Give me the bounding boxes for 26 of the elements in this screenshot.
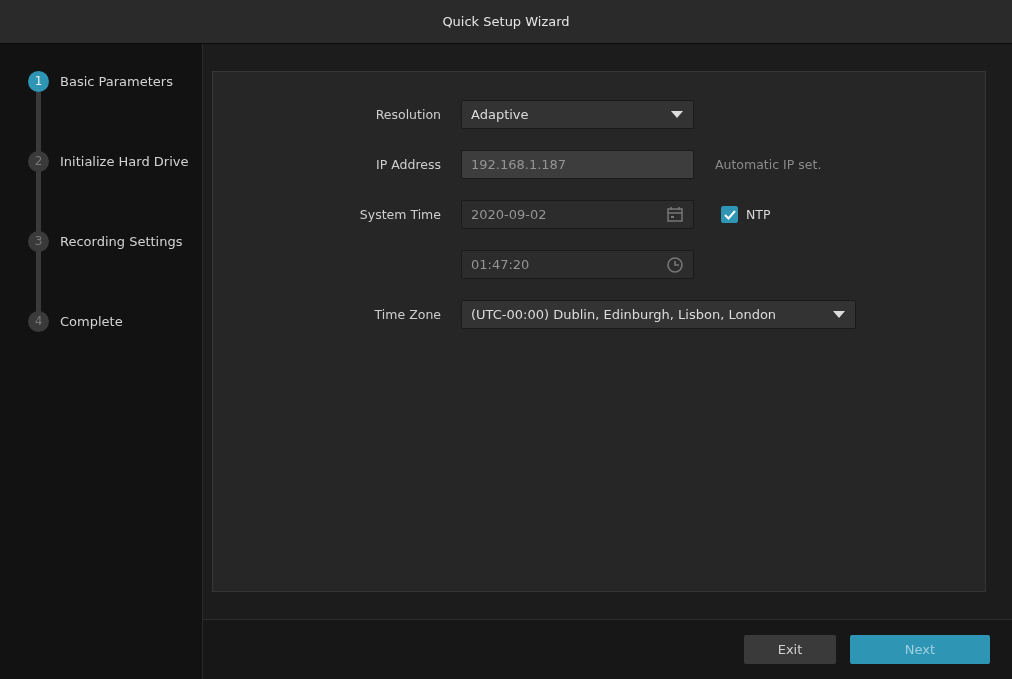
secondary-button[interactable]: Exit xyxy=(744,635,836,664)
dropdown[interactable]: (UTC-00:00) Dublin, Edinburgh, Lisbon, London xyxy=(461,300,856,329)
date-field[interactable]: 2020-09-02 xyxy=(461,200,694,229)
time-field[interactable]: 01:47:20 xyxy=(461,250,694,279)
step-number: 1 xyxy=(28,70,49,92)
step-label: Basic Parameters xyxy=(60,73,173,89)
step-number: 3 xyxy=(28,230,49,252)
step-label: Complete xyxy=(60,313,123,329)
window-title: Quick Setup Wizard xyxy=(442,14,570,29)
field-label: Resolution xyxy=(374,107,442,122)
step-label: Recording Settings xyxy=(60,233,183,249)
field-label: Time Zone xyxy=(373,307,442,322)
field-label: System Time xyxy=(358,207,442,222)
field-label: IP Address xyxy=(375,157,442,172)
checkbox-label: NTP xyxy=(746,207,771,222)
checkbox[interactable] xyxy=(721,206,738,223)
step-connector xyxy=(36,90,41,152)
step-number: 2 xyxy=(28,150,49,172)
clock-icon xyxy=(667,256,683,273)
dropdown[interactable]: Adaptive xyxy=(461,100,694,129)
hint-text: Automatic IP set. xyxy=(715,157,822,172)
dropdown-caret-icon xyxy=(833,311,845,318)
dropdown-caret-icon xyxy=(671,111,683,118)
step-label: Initialize Hard Drive xyxy=(60,153,189,169)
calendar-icon xyxy=(667,207,683,222)
step-number: 4 xyxy=(28,310,49,332)
